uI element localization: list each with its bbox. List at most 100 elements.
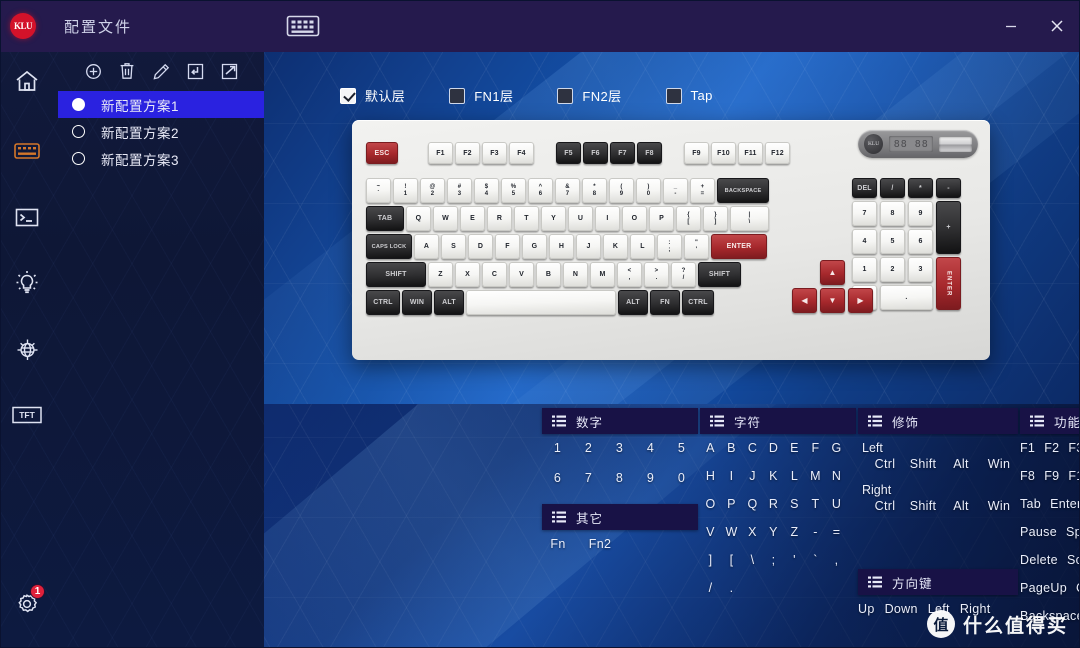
keycap[interactable]: +	[936, 201, 961, 254]
catalog-group-header[interactable]: 方向键	[858, 569, 1018, 595]
catalog-key[interactable]: Y	[763, 525, 784, 539]
close-button[interactable]	[1034, 0, 1080, 52]
catalog-key[interactable]: Win	[980, 457, 1018, 471]
catalog-key[interactable]: Ctrl	[866, 457, 904, 471]
keycap[interactable]: ESC	[366, 142, 398, 164]
rail-item-macro[interactable]	[0, 190, 54, 244]
keycap[interactable]: @2	[420, 178, 445, 203]
keycap[interactable]: F11	[738, 142, 763, 164]
keycap[interactable]: 4	[852, 229, 877, 254]
catalog-key[interactable]: 9	[635, 471, 666, 485]
minimize-button[interactable]	[988, 0, 1034, 52]
catalog-key[interactable]: ;	[763, 553, 784, 567]
delete-profile-button[interactable]	[110, 54, 144, 88]
catalog-key[interactable]: W	[721, 525, 742, 539]
keycap[interactable]: :;	[657, 234, 682, 259]
catalog-key[interactable]: F3	[1068, 441, 1080, 455]
catalog-key[interactable]: O	[700, 497, 721, 511]
catalog-key[interactable]: CapsLock	[1076, 581, 1080, 595]
catalog-key[interactable]: G	[826, 441, 847, 455]
catalog-key[interactable]: N	[826, 469, 847, 483]
keycap[interactable]: _ -	[663, 178, 688, 203]
keycap[interactable]: 5	[880, 229, 905, 254]
catalog-key[interactable]: Win	[980, 499, 1018, 513]
catalog-key[interactable]: Fn2	[584, 537, 616, 551]
catalog-key[interactable]: Alt	[942, 499, 980, 513]
catalog-key[interactable]: ,	[826, 553, 847, 567]
keycap[interactable]: + =	[690, 178, 715, 203]
keycap[interactable]: F9	[684, 142, 709, 164]
keycap[interactable]: 6	[908, 229, 933, 254]
keycap[interactable]: H	[549, 234, 574, 259]
catalog-key[interactable]: 5	[666, 441, 697, 455]
catalog-key[interactable]: Fn	[542, 537, 574, 551]
keycap[interactable]: CTRL	[366, 290, 400, 315]
keycap[interactable]: | \	[730, 206, 769, 231]
keycap[interactable]: <,	[617, 262, 642, 287]
keycap[interactable]: Y	[541, 206, 566, 231]
catalog-key[interactable]: 7	[573, 471, 604, 485]
catalog-key[interactable]: I	[721, 469, 742, 483]
catalog-key[interactable]: E	[784, 441, 805, 455]
keycap[interactable]: " '	[684, 234, 709, 259]
catalog-key[interactable]: P	[721, 497, 742, 511]
catalog-key[interactable]: 6	[542, 471, 573, 485]
keycap[interactable]: 9	[908, 201, 933, 226]
catalog-key[interactable]: F1	[1020, 441, 1035, 455]
catalog-key[interactable]: Space	[1066, 525, 1080, 539]
keycap[interactable]: F8	[637, 142, 662, 164]
catalog-key[interactable]: D	[763, 441, 784, 455]
keycap[interactable]: #3	[447, 178, 472, 203]
keycap[interactable]: B	[536, 262, 561, 287]
catalog-key[interactable]: /	[700, 581, 721, 595]
catalog-key[interactable]: J	[742, 469, 763, 483]
catalog-key[interactable]: V	[700, 525, 721, 539]
catalog-key[interactable]: Up	[858, 602, 875, 616]
profile-item-1[interactable]: 新配置方案1	[58, 91, 264, 118]
keycap[interactable]: ENTER	[711, 234, 767, 259]
keycap[interactable]: F2	[455, 142, 480, 164]
keycap[interactable]: 3	[908, 257, 933, 282]
catalog-group-header[interactable]: 数字	[542, 408, 698, 434]
keycap[interactable]: X	[455, 262, 480, 287]
rail-item-network[interactable]	[0, 322, 54, 376]
keycap[interactable]: ▼	[820, 288, 845, 313]
keycap[interactable]: F3	[482, 142, 507, 164]
keycap[interactable]: J	[576, 234, 601, 259]
keycap[interactable]: (9	[609, 178, 634, 203]
keycap[interactable]: }]	[703, 206, 728, 231]
keycap[interactable]: * 8	[582, 178, 607, 203]
keycap[interactable]: ENTER	[936, 257, 961, 310]
catalog-key[interactable]: Enter	[1050, 497, 1080, 511]
keycap[interactable]: P	[649, 206, 674, 231]
keycap[interactable]: 2	[880, 257, 905, 282]
keycap[interactable]: -	[936, 178, 961, 198]
catalog-key[interactable]: =	[826, 525, 847, 539]
keycap[interactable]: V	[509, 262, 534, 287]
catalog-key[interactable]: Delete	[1020, 553, 1058, 567]
keycap[interactable]: .	[880, 285, 933, 310]
keycap[interactable]: A	[414, 234, 439, 259]
layer-checkbox-fn1[interactable]: FN1层	[449, 86, 513, 105]
add-profile-button[interactable]	[76, 54, 110, 88]
catalog-key[interactable]: Q	[742, 497, 763, 511]
catalog-key[interactable]: C	[742, 441, 763, 455]
catalog-key[interactable]: X	[742, 525, 763, 539]
catalog-key[interactable]: Alt	[942, 457, 980, 471]
keycap[interactable]: O	[622, 206, 647, 231]
keycap[interactable]: CTRL	[682, 290, 714, 315]
keycap[interactable]: & 7	[555, 178, 580, 203]
keycap[interactable]: 8	[880, 201, 905, 226]
keycap[interactable]: Q	[406, 206, 431, 231]
keycap[interactable]: BACKSPACE	[717, 178, 769, 203]
catalog-key[interactable]: F10	[1068, 469, 1080, 483]
catalog-group-header[interactable]: 修饰	[858, 408, 1018, 434]
catalog-key[interactable]: Shift	[904, 499, 942, 513]
keycap[interactable]: ALT	[618, 290, 648, 315]
catalog-key[interactable]: K	[763, 469, 784, 483]
catalog-key[interactable]: R	[763, 497, 784, 511]
catalog-key[interactable]: L	[784, 469, 805, 483]
catalog-key[interactable]: Ctrl	[866, 499, 904, 513]
keycap[interactable]	[466, 290, 616, 315]
profile-item-3[interactable]: 新配置方案3	[58, 145, 264, 172]
